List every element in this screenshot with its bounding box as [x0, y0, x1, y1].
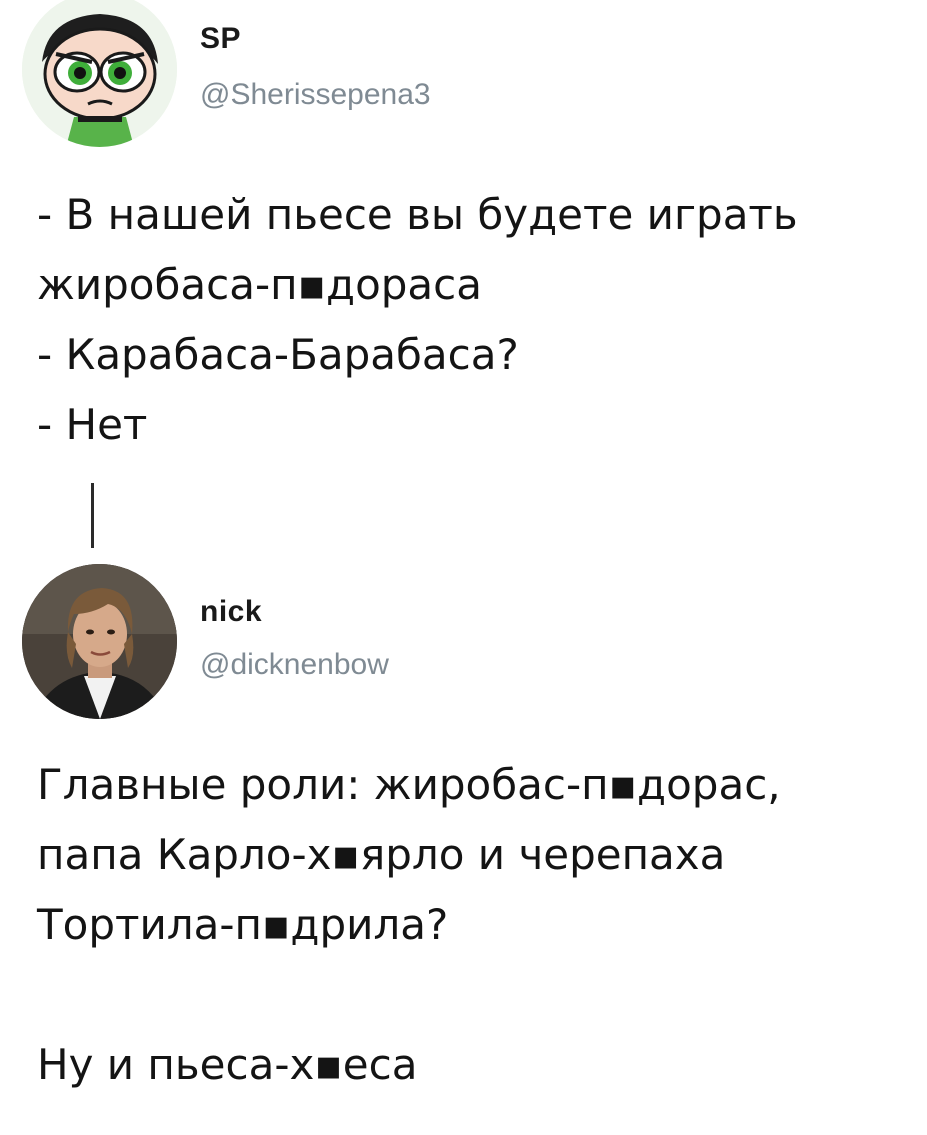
tweet-text: - В нашей пьесе вы будете играть жиробас…	[37, 190, 798, 449]
man-portrait-avatar-icon[interactable]	[22, 564, 177, 719]
tweet-thread: SP @Sherissepena3 - В нашей пьесе вы буд…	[0, 0, 927, 1135]
tweet-text: Главные роли: жиробас-п▪дорас, папа Карл…	[37, 760, 781, 1089]
user-handle[interactable]: @Sherissepena3	[200, 78, 431, 112]
powerpuff-buttercup-avatar-icon[interactable]	[22, 0, 177, 147]
user-handle[interactable]: @dicknenbow	[200, 648, 389, 682]
display-name[interactable]: SP	[200, 22, 241, 56]
thread-connector-line	[91, 483, 94, 548]
display-name[interactable]: nick	[200, 595, 262, 629]
